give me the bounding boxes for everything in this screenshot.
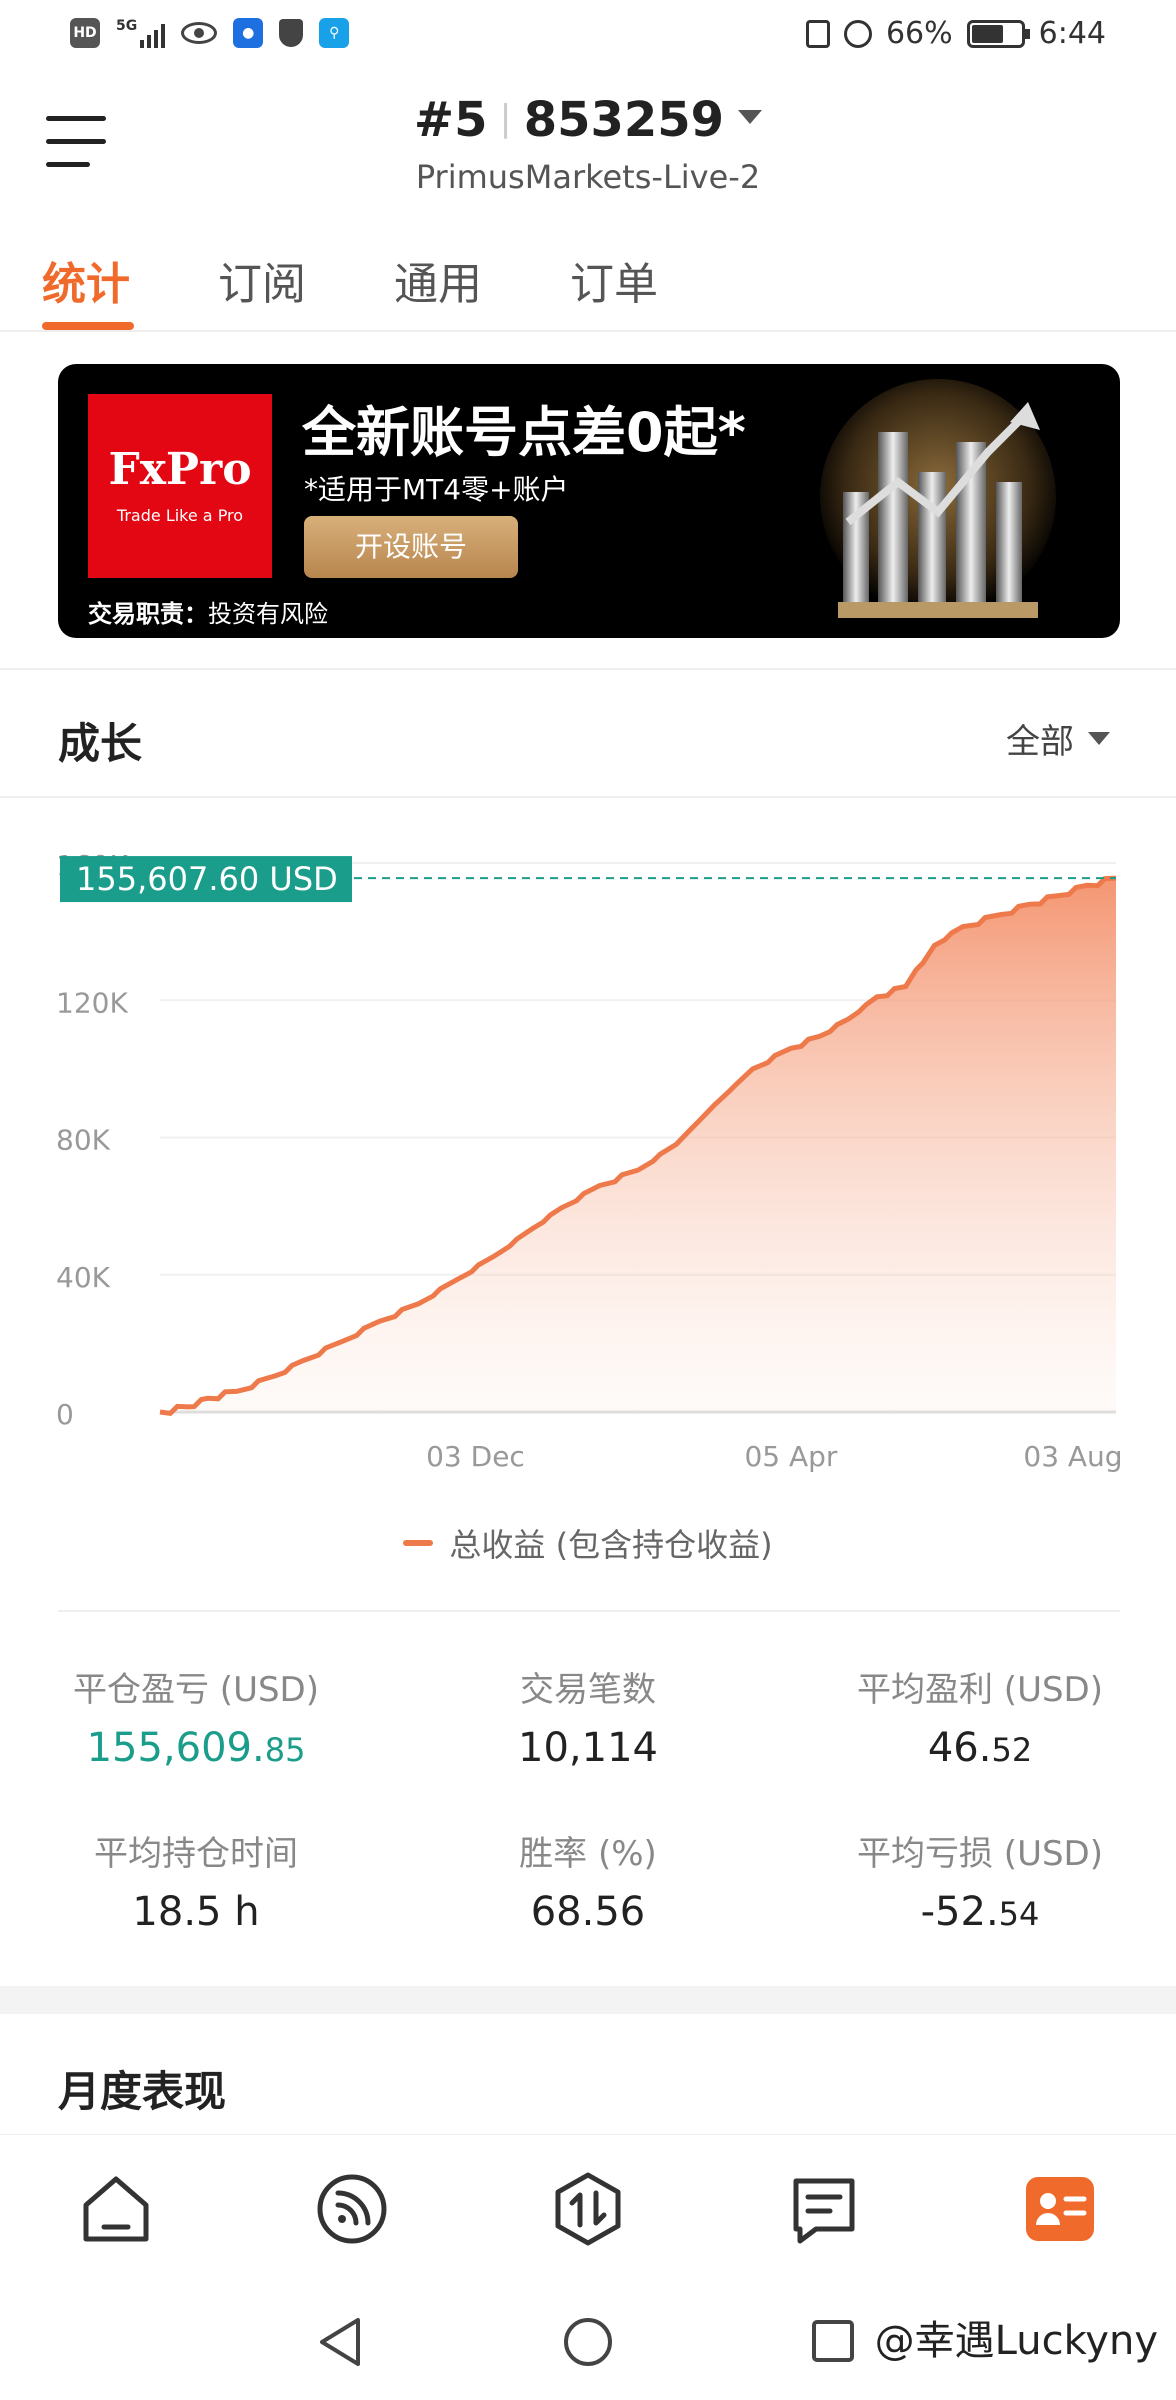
profile-icon[interactable] xyxy=(1022,2171,1098,2247)
home-icon[interactable] xyxy=(78,2171,154,2247)
stat-item: 交易笔数 10,114 xyxy=(392,1662,784,1771)
stat-value: 155,609.85 xyxy=(86,1725,306,1771)
logo-brand: FxPro xyxy=(108,444,252,495)
tab-stats[interactable]: 统计 xyxy=(42,248,130,312)
risk-disclaimer: 交易职责：投资有风险 xyxy=(88,600,328,628)
bottom-nav xyxy=(0,2134,1176,2274)
stat-item: 平均亏损 (USD) -52.54 xyxy=(784,1826,1176,1935)
stat-value: 68.56 xyxy=(530,1889,646,1935)
status-icons-left: HD 5G ● ⚲ xyxy=(70,18,350,48)
section-separator xyxy=(0,1986,1176,2014)
current-value-label: 155,607.60 USD xyxy=(76,860,338,898)
tab-bar: 统计 订阅 通用 订单 xyxy=(0,240,1176,332)
stat-item: 平均盈利 (USD) 46.52 xyxy=(784,1662,1176,1771)
growth-title: 成长 xyxy=(58,719,143,768)
equity-area xyxy=(160,878,1116,1414)
banner-headline: 全新账号点差0起* xyxy=(302,401,746,464)
account-id: 853259 xyxy=(523,92,725,148)
divider xyxy=(58,1610,1120,1612)
divider xyxy=(0,796,1176,798)
stat-value: 10,114 xyxy=(518,1725,658,1771)
logo-tagline: Trade Like a Pro xyxy=(116,506,244,525)
stat-label: 平均亏损 (USD) xyxy=(857,1834,1103,1874)
status-icons-right: 66% 6:44 xyxy=(805,16,1106,51)
messages-icon[interactable] xyxy=(786,2171,862,2247)
stat-item: 胜率 (%) 68.56 xyxy=(392,1826,784,1935)
stat-label: 平仓盈亏 (USD) xyxy=(73,1670,319,1710)
x-tick-label: 03 Dec xyxy=(426,1440,525,1473)
home-circle-icon[interactable] xyxy=(560,2314,616,2370)
trade-icon[interactable] xyxy=(550,2171,626,2247)
search-app-icon: ⚲ xyxy=(319,18,350,48)
tab-orders[interactable]: 订单 xyxy=(570,248,658,312)
chart-legend: 总收益 (包含持仓收益) xyxy=(0,1520,1176,1566)
account-number: #5 xyxy=(413,92,488,148)
stat-value: -52.54 xyxy=(920,1889,1040,1935)
watermark: @幸遇Luckyny xyxy=(874,2318,1158,2364)
range-selector[interactable]: 全部 xyxy=(1006,714,1110,763)
legend-swatch xyxy=(403,1540,434,1546)
active-tab-indicator xyxy=(42,322,134,330)
signals-icon[interactable] xyxy=(314,2171,390,2247)
tab-general[interactable]: 通用 xyxy=(394,248,482,312)
chevron-down-icon xyxy=(1088,732,1110,745)
stat-label: 胜率 (%) xyxy=(519,1834,657,1874)
divider xyxy=(0,668,1176,670)
stat-label: 平均盈利 (USD) xyxy=(857,1670,1103,1710)
stat-value: 18.5 h xyxy=(132,1889,260,1935)
status-bar: HD 5G ● ⚲ 66% 6:44 xyxy=(0,0,1176,72)
signal-5g-icon: 5G xyxy=(116,18,166,48)
fxpro-logo: FxPro Trade Like a Pro xyxy=(88,394,272,578)
stat-label: 平均持仓时间 xyxy=(94,1834,298,1874)
back-icon[interactable] xyxy=(314,2314,368,2370)
alarm-icon xyxy=(843,19,872,48)
y-tick-label: 0 xyxy=(56,1398,74,1431)
stat-label: 交易笔数 xyxy=(520,1670,656,1710)
y-tick-label: 80K xyxy=(56,1124,111,1157)
eye-icon xyxy=(181,22,218,44)
recents-icon[interactable] xyxy=(808,2316,858,2366)
stat-item: 平均持仓时间 18.5 h xyxy=(0,1826,392,1935)
growth-chart[interactable]: 040K80K120K160K 155,607.60 USD 03 Dec05 … xyxy=(0,820,1176,1480)
server-name: PrimusMarkets-Live-2 xyxy=(415,158,761,196)
stat-value: 46.52 xyxy=(927,1725,1033,1771)
battery-icon xyxy=(966,19,1030,48)
stat-item: 平仓盈亏 (USD) 155,609.85 xyxy=(0,1662,392,1771)
monthly-title: 月度表现 xyxy=(58,2067,227,2116)
nfc-icon xyxy=(805,19,830,48)
legend-label: 总收益 (包含持仓收益) xyxy=(449,1526,773,1564)
x-tick-label: 05 Apr xyxy=(744,1440,837,1473)
y-tick-label: 120K xyxy=(56,986,128,1019)
ad-banner[interactable]: FxPro Trade Like a Pro 全新账号点差0起* *适用于MT4… xyxy=(58,364,1120,638)
shield-icon xyxy=(279,19,304,47)
chevron-down-icon xyxy=(738,110,763,124)
y-tick-label: 40K xyxy=(56,1261,111,1294)
open-account-button[interactable]: 开设账号 xyxy=(304,516,518,578)
lightbulb-app-icon: ● xyxy=(233,18,264,48)
hd-icon: HD xyxy=(70,18,100,48)
banner-subline: *适用于MT4零+账户 xyxy=(304,473,569,506)
x-tick-label: 03 Aug xyxy=(1023,1440,1122,1473)
battery-percent: 66% xyxy=(885,16,953,51)
clock: 6:44 xyxy=(1038,16,1106,51)
account-selector[interactable]: #5 | 853259 xyxy=(0,92,1176,148)
tab-subscribe[interactable]: 订阅 xyxy=(218,248,306,312)
range-value: 全部 xyxy=(1006,722,1074,762)
bar-chart-art-icon xyxy=(820,379,1056,618)
